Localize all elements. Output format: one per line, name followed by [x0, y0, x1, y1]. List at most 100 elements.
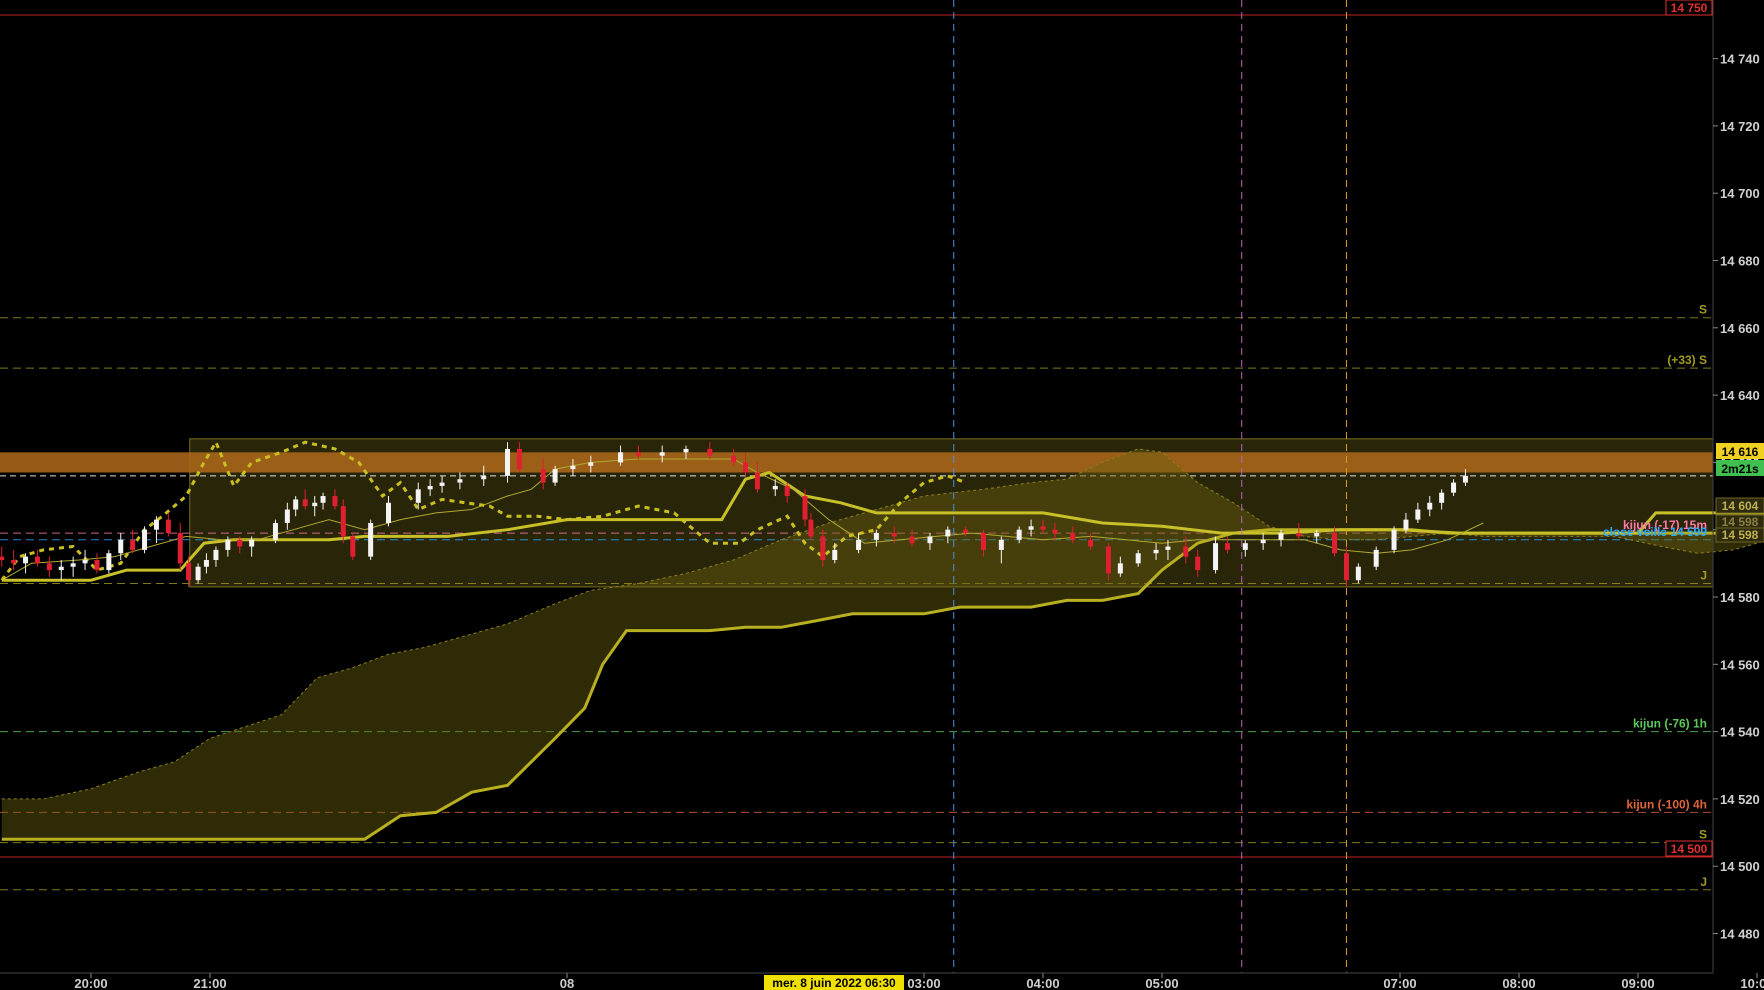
candle-body-29 — [332, 496, 338, 507]
candle-body-36 — [439, 482, 445, 486]
candle-body-10 — [118, 539, 124, 554]
candle-body-66 — [981, 533, 986, 550]
y-tick-label-4: 14 660 — [1720, 321, 1760, 336]
candle-body-75 — [1117, 563, 1123, 574]
candle-body-20 — [225, 539, 231, 550]
candle-body-7 — [82, 559, 88, 564]
candle-body-94 — [1415, 509, 1421, 520]
candle-body-87 — [1314, 533, 1320, 537]
y-tick-label-8: 14 580 — [1720, 590, 1760, 605]
candle-body-96 — [1439, 492, 1445, 503]
candle-body-24 — [284, 509, 290, 523]
candle-body-58 — [832, 549, 838, 560]
candle-body-4 — [46, 563, 52, 571]
candle-body-84 — [1260, 539, 1266, 544]
candle-body-52 — [754, 472, 760, 490]
level-label-6: kijun (-100) 4h — [1626, 797, 1707, 811]
candle-body-85 — [1278, 533, 1284, 540]
candle-body-2 — [23, 556, 29, 564]
orange-zone — [0, 452, 1713, 473]
candle-body-56 — [808, 519, 814, 537]
candle-body-21 — [237, 539, 243, 547]
x-tick-label-2: 08 — [560, 976, 574, 990]
candle-body-63 — [927, 536, 933, 544]
candle-body-93 — [1403, 519, 1409, 530]
candle-body-45 — [618, 452, 624, 463]
x-tick-label-8: 09:00 — [1621, 976, 1654, 990]
x-tick-label-0: 20:00 — [74, 976, 107, 990]
candle-body-82 — [1224, 543, 1230, 550]
level-label-5: kijun (-76) 1h — [1633, 717, 1707, 731]
candle-body-65 — [963, 529, 969, 534]
candle-timer-label: 2m21s — [1721, 462, 1759, 476]
level-label-1: (+33) S — [1667, 353, 1707, 367]
candle-body-47 — [659, 452, 665, 456]
last-price-box-label: 14 616 — [1722, 445, 1759, 459]
y-tick-label-5: 14 640 — [1720, 388, 1760, 403]
candle-body-25 — [293, 499, 299, 510]
candle-body-60 — [873, 533, 879, 540]
candle-body-1 — [11, 559, 17, 564]
level-label-8: J — [1700, 875, 1707, 889]
candle-body-31 — [350, 536, 356, 557]
y-tick-label-13: 14 480 — [1720, 927, 1760, 942]
candle-body-76 — [1135, 553, 1141, 564]
candle-body-11 — [130, 539, 136, 550]
candle-body-89 — [1343, 553, 1349, 581]
x-tick-label-6: 07:00 — [1383, 976, 1416, 990]
candle-body-41 — [540, 469, 546, 483]
candle-body-40 — [516, 448, 522, 470]
candle-body-97 — [1451, 482, 1457, 493]
x-tick-label-7: 08:00 — [1502, 976, 1535, 990]
x-tick-label-5: 05:00 — [1145, 976, 1178, 990]
candle-body-37 — [457, 479, 463, 483]
candle-body-39 — [505, 448, 510, 476]
candle-body-79 — [1183, 546, 1189, 557]
candle-body-26 — [302, 499, 308, 507]
candle-body-98 — [1462, 475, 1468, 483]
candle-body-33 — [386, 502, 391, 523]
candle-body-23 — [272, 522, 278, 540]
candle-body-90 — [1355, 566, 1361, 581]
price-chart[interactable]: 14 740 14 720 14 700 14 680 14 660 14 640 14 6… — [0, 0, 1764, 990]
y-tick-label-9: 14 560 — [1720, 657, 1760, 672]
candle-body-61 — [891, 533, 897, 537]
x-tick-label-9: 10:00 — [1740, 976, 1764, 990]
candle-body-74 — [1105, 546, 1111, 574]
candle-body-0 — [0, 556, 5, 560]
candle-body-44 — [588, 462, 594, 466]
candle-body-77 — [1153, 549, 1159, 554]
candle-body-54 — [784, 485, 790, 497]
candle-body-62 — [909, 536, 915, 544]
candle-body-6 — [70, 563, 76, 567]
level-label-4: J — [1700, 569, 1707, 583]
level-label-3: close veille 14 599 — [1603, 525, 1707, 539]
candle-body-49 — [707, 448, 713, 456]
price-box-604-label: 14 604 — [1722, 499, 1759, 513]
y-tick-label-1: 14 720 — [1720, 119, 1760, 134]
candle-body-51 — [743, 462, 748, 473]
candle-body-53 — [772, 485, 778, 490]
candle-body-22 — [249, 539, 255, 547]
candle-body-42 — [552, 469, 558, 483]
candle-body-3 — [34, 556, 40, 564]
candle-body-46 — [635, 452, 641, 456]
candle-body-67 — [998, 539, 1004, 550]
candle-body-86 — [1296, 533, 1302, 537]
level-label-0: S — [1699, 303, 1707, 317]
candle-body-91 — [1373, 549, 1379, 567]
candle-body-68 — [1016, 529, 1022, 540]
candle-body-48 — [683, 448, 689, 453]
candle-body-14 — [165, 519, 171, 534]
time-cursor: mer. 8 juin 2022 06:30 — [764, 975, 904, 990]
top-price-box-label: 14 750 — [1671, 1, 1708, 15]
candle-body-12 — [142, 529, 148, 550]
candle-body-71 — [1052, 529, 1058, 534]
candle-body-78 — [1165, 546, 1171, 550]
y-tick-label-0: 14 740 — [1720, 52, 1760, 67]
level-label-7: S — [1699, 828, 1707, 842]
candle-body-81 — [1213, 543, 1219, 571]
y-tick-label-12: 14 500 — [1720, 859, 1760, 874]
candle-body-55 — [802, 496, 808, 520]
candle-body-34 — [415, 489, 421, 503]
